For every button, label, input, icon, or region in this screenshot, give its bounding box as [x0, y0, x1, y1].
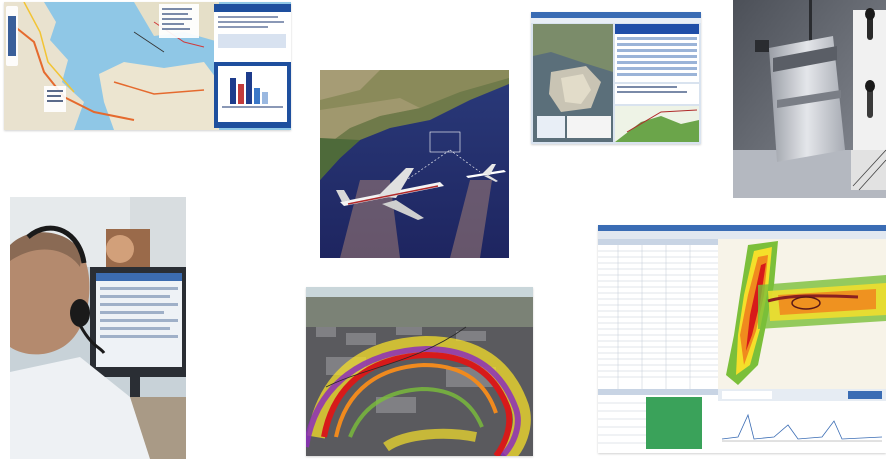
3d-noise-contour-map — [306, 287, 533, 456]
noise-monitoring-station-photo — [733, 0, 886, 198]
operator-at-workstation-photo — [10, 197, 186, 459]
noise-monitor-graphic — [733, 0, 886, 198]
aircraft-simulation-graphic — [320, 70, 509, 258]
aircraft-flight-simulation — [320, 70, 509, 258]
map-portal-graphic — [4, 2, 291, 130]
map-portal-screenshot — [4, 2, 291, 130]
gis-report-graphic — [531, 12, 701, 144]
operator-desk-graphic — [10, 197, 186, 459]
3d-noise-map-graphic — [306, 287, 533, 456]
gis-report-screenshot — [531, 12, 701, 144]
noise-contour-software-screenshot — [598, 225, 886, 453]
contour-software-graphic — [598, 225, 886, 453]
